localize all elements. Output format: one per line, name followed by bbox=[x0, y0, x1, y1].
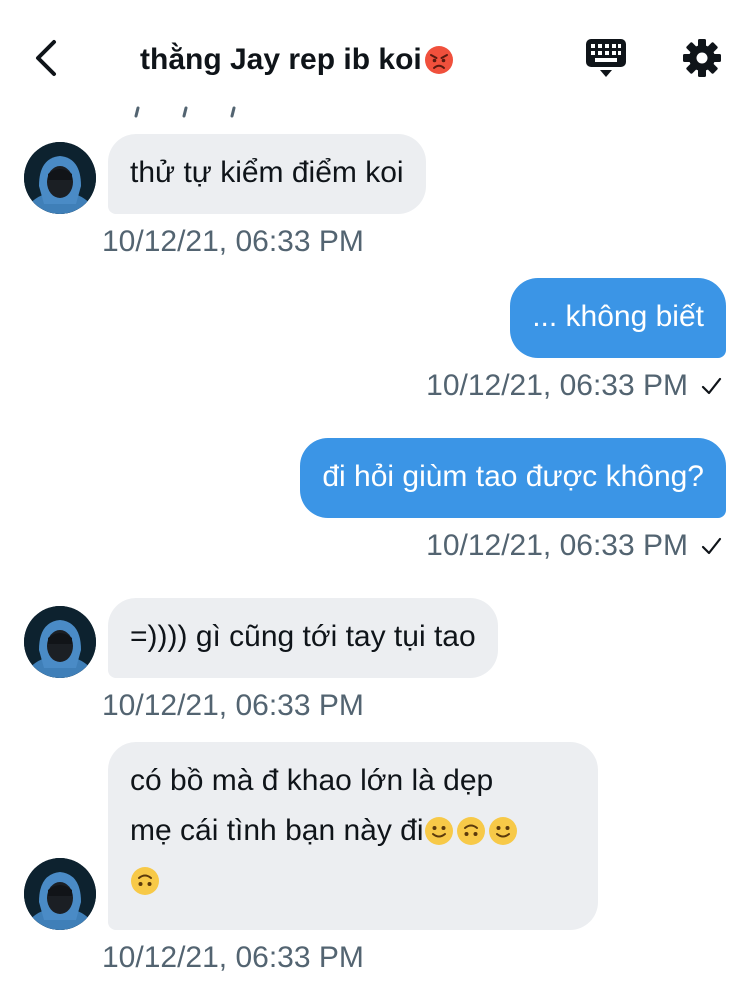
message-text-line: mẹ cái tình bạn này đi bbox=[130, 814, 424, 847]
message-timestamp: 10/12/21, 06:33 PM bbox=[102, 225, 364, 258]
message-bubble-incoming[interactable]: có bồ mà đ khao lớn là dẹp mẹ cái tình b… bbox=[108, 742, 598, 930]
message-text: đi hỏi giùm tao được không? bbox=[322, 460, 704, 493]
message-emoji-line bbox=[130, 856, 576, 906]
message-bubble-incoming[interactable]: thử tự kiểm điểm koi bbox=[108, 134, 426, 214]
message-bubble-outgoing[interactable]: đi hỏi giùm tao được không? bbox=[300, 438, 726, 518]
slightly-smiling-face-emoji-icon bbox=[488, 817, 517, 845]
message-timestamp: 10/12/21, 06:33 PM bbox=[426, 529, 688, 562]
message-timestamp-row: 10/12/21, 06:33 PM bbox=[426, 528, 722, 564]
keyboard-icon bbox=[586, 39, 626, 77]
message-timestamp: 10/12/21, 06:33 PM bbox=[102, 941, 364, 974]
keyboard-button[interactable] bbox=[584, 36, 628, 80]
back-button[interactable] bbox=[28, 36, 68, 80]
message-timestamp-row: 10/12/21, 06:33 PM bbox=[426, 368, 722, 404]
avatar[interactable] bbox=[24, 606, 96, 678]
avatar[interactable] bbox=[24, 858, 96, 930]
message-text-line-with-emoji: mẹ cái tình bạn này đi bbox=[130, 806, 576, 856]
angry-face-emoji-icon bbox=[424, 45, 454, 75]
conversation-title[interactable]: thằng Jay rep ib koi bbox=[140, 40, 500, 80]
slightly-smiling-face-emoji-icon bbox=[424, 817, 453, 845]
message-bubble-outgoing[interactable]: ... không biết bbox=[510, 278, 726, 358]
chevron-left-icon bbox=[36, 40, 56, 76]
message-timestamp: 10/12/21, 06:33 PM bbox=[102, 689, 364, 722]
upside-down-face-emoji-icon bbox=[456, 817, 485, 845]
conversation-title-text: thằng Jay rep ib koi bbox=[140, 43, 422, 76]
message-text: =)))) gì cũng tới tay tụi tao bbox=[130, 620, 476, 653]
message-bubble-incoming[interactable]: =)))) gì cũng tới tay tụi tao bbox=[108, 598, 498, 678]
settings-button[interactable] bbox=[680, 36, 724, 80]
message-text: ... không biết bbox=[532, 300, 704, 333]
avatar[interactable] bbox=[24, 142, 96, 214]
message-text: thử tự kiểm điểm koi bbox=[130, 156, 404, 189]
conversation-header: thằng Jay rep ib koi bbox=[0, 0, 750, 118]
upside-down-face-emoji-icon bbox=[131, 867, 159, 895]
gear-icon bbox=[683, 39, 721, 77]
read-checkmark-icon bbox=[701, 537, 722, 555]
message-text-line: có bồ mà đ khao lớn là dẹp bbox=[130, 764, 494, 797]
read-checkmark-icon bbox=[701, 377, 722, 395]
previous-timestamp-fragment bbox=[100, 100, 260, 118]
message-timestamp: 10/12/21, 06:33 PM bbox=[426, 369, 688, 402]
